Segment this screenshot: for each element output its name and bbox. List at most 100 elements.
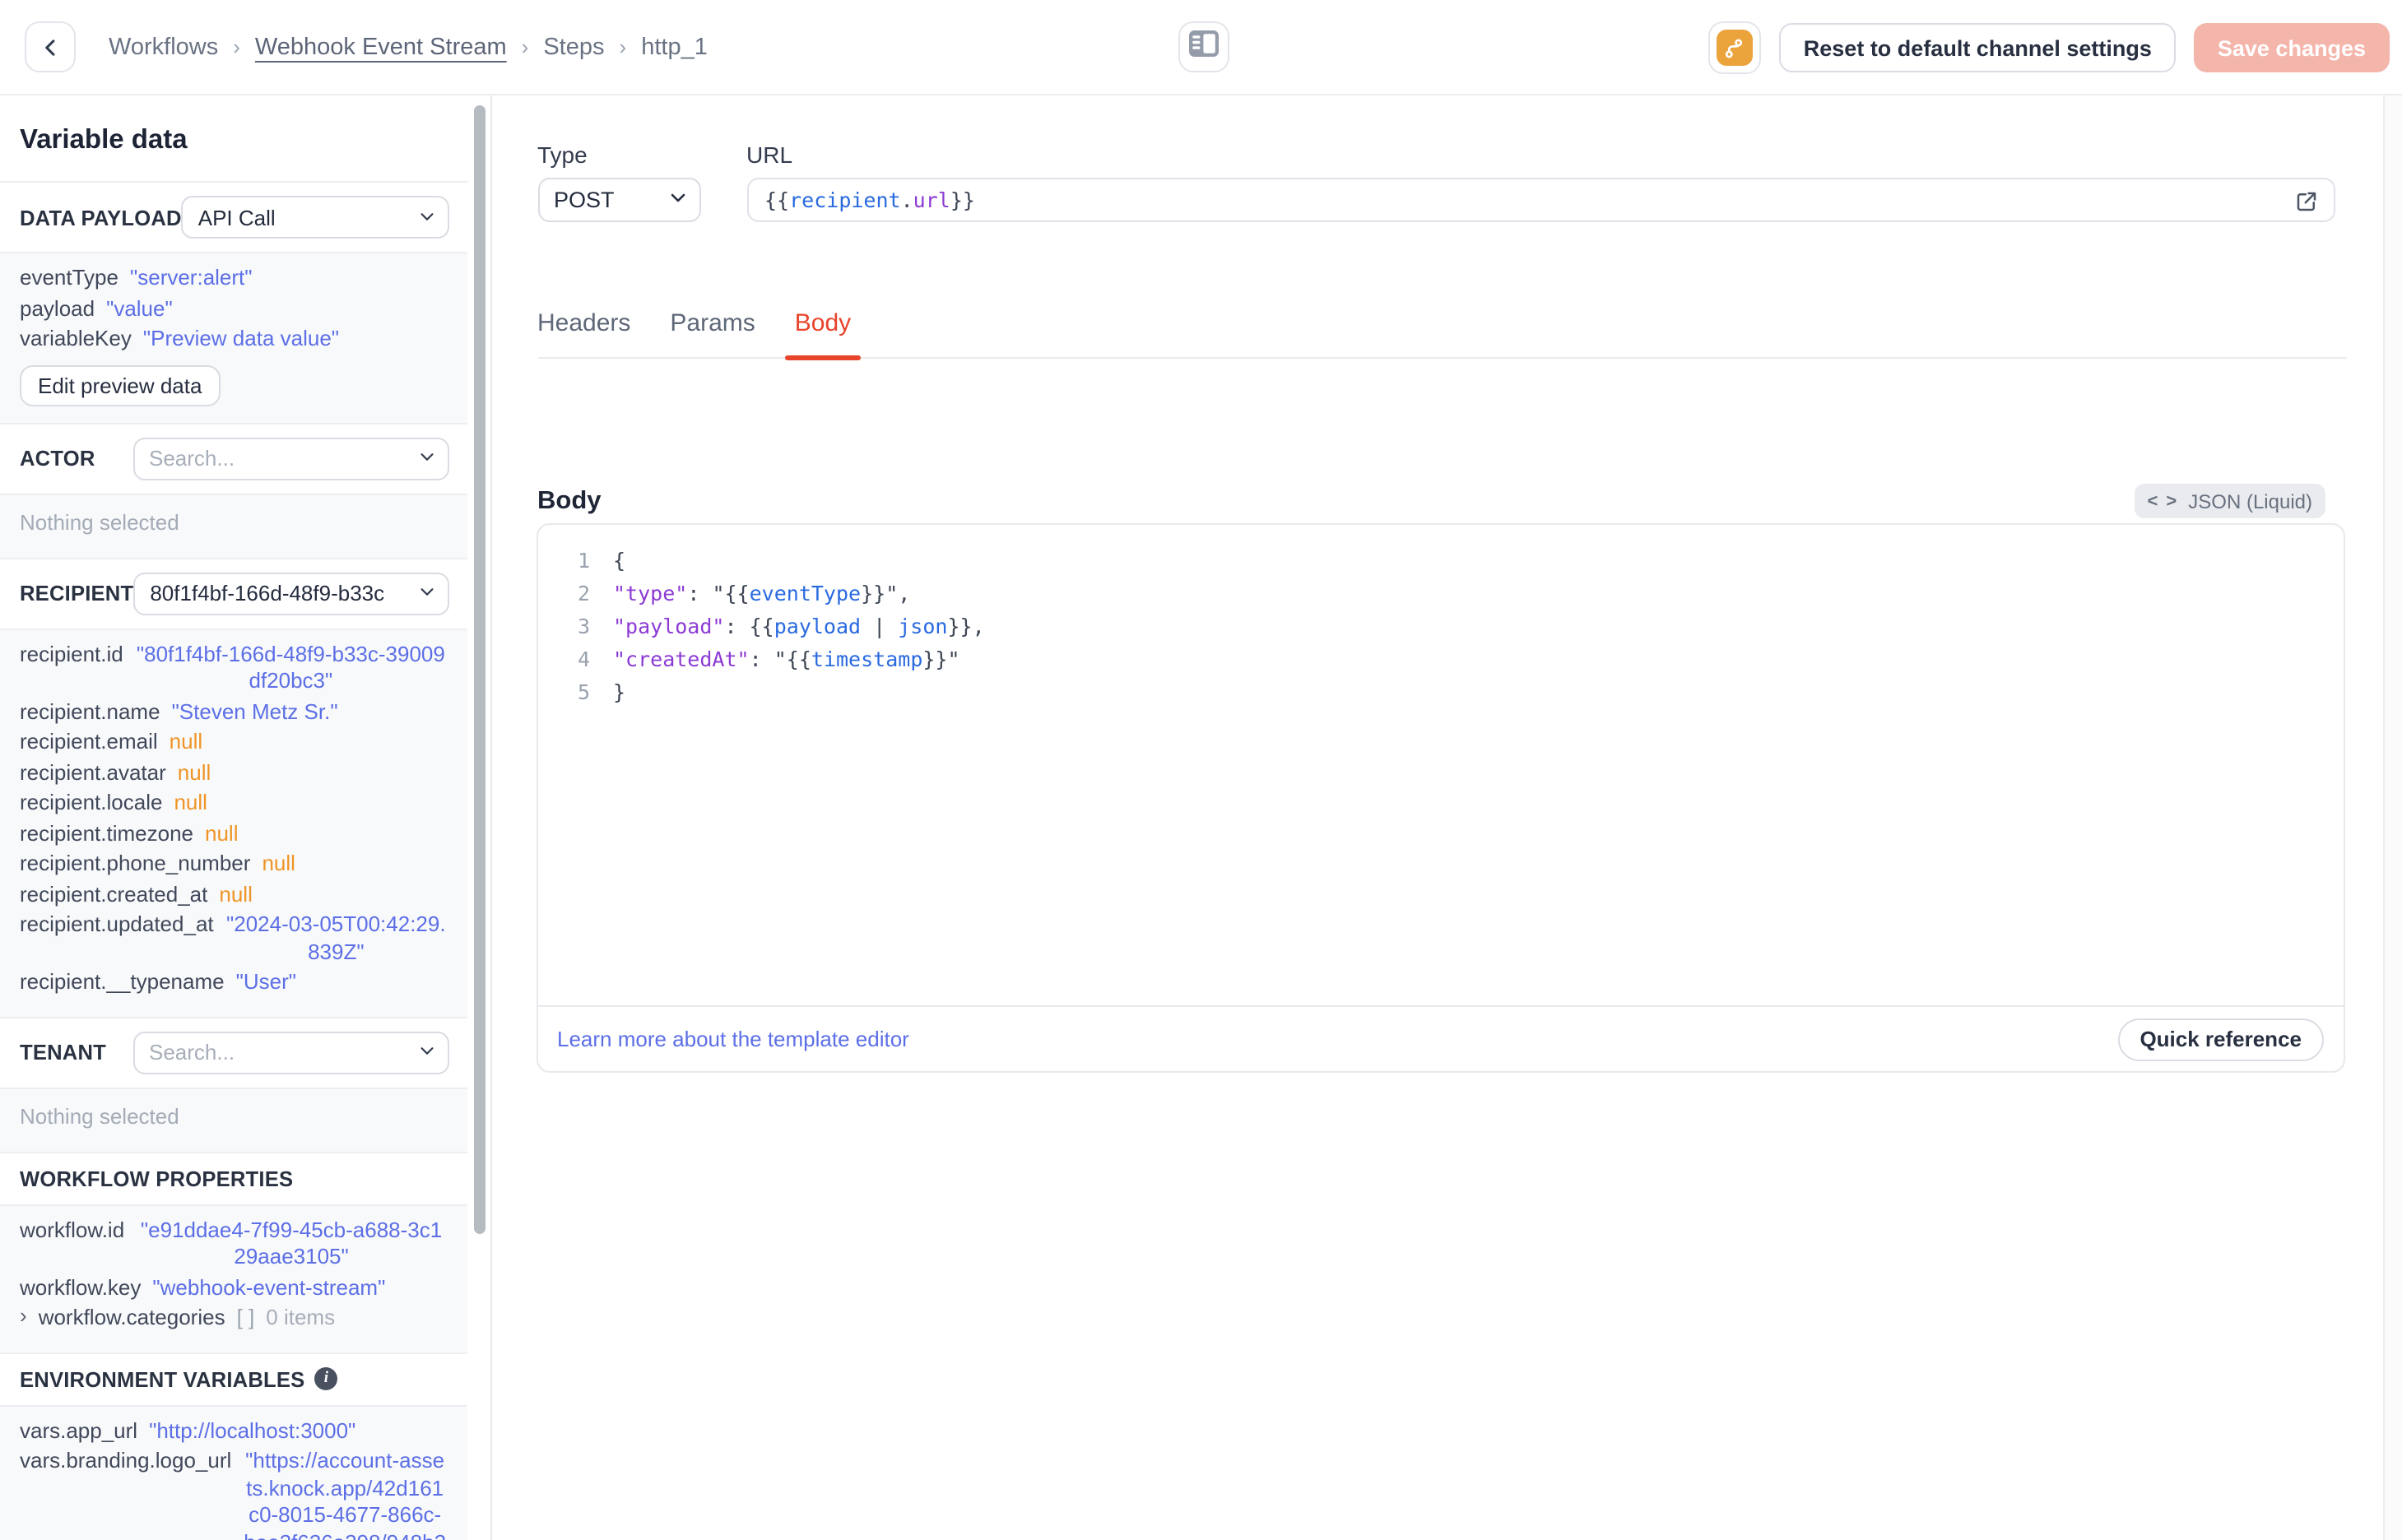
kv-value: "80f1f4bf-166d-48f9-b33c-39009df20bc3" [136,641,445,693]
http-method-select[interactable]: POST [537,178,700,222]
tab-headers[interactable]: Headers [537,309,630,357]
kv-key: recipient.updated_at [20,911,214,936]
breadcrumb-item-http-1[interactable]: http_1 [641,34,708,60]
workflow-properties-label: WORKFLOW PROPERTIES [20,1166,294,1190]
save-changes-button[interactable]: Save changes [2194,23,2389,72]
actor-row: ACTOR Search... [0,424,467,493]
workflow-fields-block: workflow.id "e91ddae4-7f99-45cb-a688-3c12… [0,1204,467,1353]
code-line-2: 2 "type": "{{eventType}}", [567,578,2320,610]
data-payload-row: DATA PAYLOAD API Call [0,183,467,252]
kv-row-vars-branding-logo-url: vars.branding.logo_url "https://account-a… [20,1448,447,1540]
external-link-icon[interactable] [2293,189,2318,219]
kv-key: payload [20,295,95,320]
environment-variables-header: ENVIRONMENT VARIABLES i [0,1353,467,1404]
tenant-label: TENANT [20,1040,106,1065]
environment-variables-label: ENVIRONMENT VARIABLES i [20,1366,338,1391]
payload-preview-block: eventType "server:alert" payload "value" var… [0,252,467,424]
kv-row-recipient-created-at: recipient.created_at null [20,881,447,908]
tab-body[interactable]: Body [784,309,862,360]
kv-key: vars.app_url [20,1417,138,1442]
expander-chevron-icon[interactable]: › [20,1303,27,1330]
chevron-down-icon [409,205,435,230]
code-editor[interactable]: 1{2 "type": "{{eventType}}", 3 "payload": {… [537,525,2343,1005]
recipient-selected-value: 80f1f4bf-166d-48f9-b33c [150,581,385,605]
kv-key: recipient.timezone [20,820,193,845]
kv-value: "webhook-event-stream" [152,1274,386,1299]
kv-value: null [169,729,203,754]
breadcrumb-separator: › [521,35,529,59]
kv-value: "User" [235,969,296,994]
reset-default-channel-settings-button[interactable]: Reset to default channel settings [1778,23,2177,72]
kv-key: recipient.name [20,698,160,723]
data-payload-selected-value: API Call [197,205,276,230]
kv-value: "e91ddae4-7f99-45cb-a688-3c129aae3105" [140,1217,443,1269]
tenant-search-select[interactable]: Search... [132,1031,448,1074]
kv-row-recipient-updated-at: recipient.updated_at "2024-03-05T00:42:29… [20,911,447,966]
toggle-sidebar-button[interactable] [1178,21,1229,72]
line-number: 3 [577,614,590,638]
http-method-value: POST [554,188,615,212]
kv-row-payload: payload "value" [20,295,447,322]
recipient-select[interactable]: 80f1f4bf-166d-48f9-b33c [133,572,448,615]
sidebar-scrollbar[interactable] [473,105,485,1234]
kv-value: "http://localhost:3000" [149,1417,356,1442]
kv-row-recipient-id: recipient.id "80f1f4bf-166d-48f9-b33c-390… [20,641,447,695]
environment-variables-block: vars.app_url "http://localhost:3000" vars.… [0,1404,467,1540]
kv-key: variableKey [20,326,132,350]
recipient-row: RECIPIENT 80f1f4bf-166d-48f9-b33c [0,559,467,628]
commit-changes-button[interactable] [1707,21,1761,74]
actor-empty-block: Nothing selected [0,493,467,559]
line-number: 5 [577,680,590,704]
environment-variables-label-text: ENVIRONMENT VARIABLES [20,1366,305,1391]
line-number: 4 [577,647,590,671]
data-payload-select[interactable]: API Call [181,196,448,239]
breadcrumb: Workflows › Webhook Event Stream › Steps › htt… [109,34,708,60]
language-badge-text: JSON (Liquid) [2188,489,2312,513]
kv-key: workflow.categories [38,1305,225,1329]
learn-more-link[interactable]: Learn more about the template editor [557,1027,909,1051]
kv-row-recipient-timezone: recipient.timezone null [20,820,447,847]
back-button[interactable] [25,21,76,72]
request-tabs: Headers Params Body [537,309,2346,360]
variable-data-panel: Variable data DATA PAYLOAD API Call even… [0,95,491,1540]
body-section-title: Body [537,486,602,514]
kv-value: "https://account-assets.knock.app/42d161… [244,1448,446,1540]
kv-row-workflow-key: workflow.key "webhook-event-stream" [20,1274,447,1301]
kv-row-recipient-email: recipient.email null [20,729,447,756]
info-icon[interactable]: i [314,1367,338,1390]
kv-value: null [174,790,207,814]
chevron-down-icon [409,446,435,471]
line-number: 2 [577,581,590,605]
quick-reference-button[interactable]: Quick reference [2118,1018,2323,1060]
code-brackets-icon: < > [2147,491,2179,511]
kv-value: null [262,851,295,875]
tenant-search-placeholder: Search... [149,1040,235,1065]
type-label: Type [537,141,588,168]
code-line-3: 3 "payload": {{payload | json}}, [567,610,2320,643]
edit-preview-data-button[interactable]: Edit preview data [20,364,221,406]
breadcrumb-separator: › [619,35,627,59]
kv-key: eventType [20,265,118,290]
panel-layout-icon [1188,29,1220,65]
main-scrollbar-gutter[interactable] [2382,95,2402,1540]
kv-key: recipient.created_at [20,881,208,906]
tab-params[interactable]: Params [670,309,755,357]
kv-key: recipient.phone_number [20,851,251,875]
git-branch-icon [1716,30,1753,66]
kv-key: recipient.__typename [20,969,225,994]
kv-row-recipient-typename: recipient.__typename "User" [20,969,447,996]
language-badge[interactable]: < > JSON (Liquid) [2134,484,2325,518]
breadcrumb-item-steps[interactable]: Steps [543,34,604,60]
editor-footer: Learn more about the template editor Qui… [537,1005,2343,1071]
kv-key: recipient.email [20,729,158,754]
url-input[interactable]: {{recipient.url}} [746,178,2335,222]
actor-empty-text: Nothing selected [20,509,179,534]
breadcrumb-item-workflows[interactable]: Workflows [109,34,218,60]
kv-count: 0 items [266,1305,336,1329]
panel-title: Variable data [0,95,467,183]
kv-key: vars.branding.logo_url [20,1448,232,1473]
actor-search-select[interactable]: Search... [132,437,448,480]
actor-search-placeholder: Search... [149,446,235,471]
breadcrumb-item-webhook-event-stream[interactable]: Webhook Event Stream [255,34,507,60]
breadcrumb-separator: › [233,35,240,59]
